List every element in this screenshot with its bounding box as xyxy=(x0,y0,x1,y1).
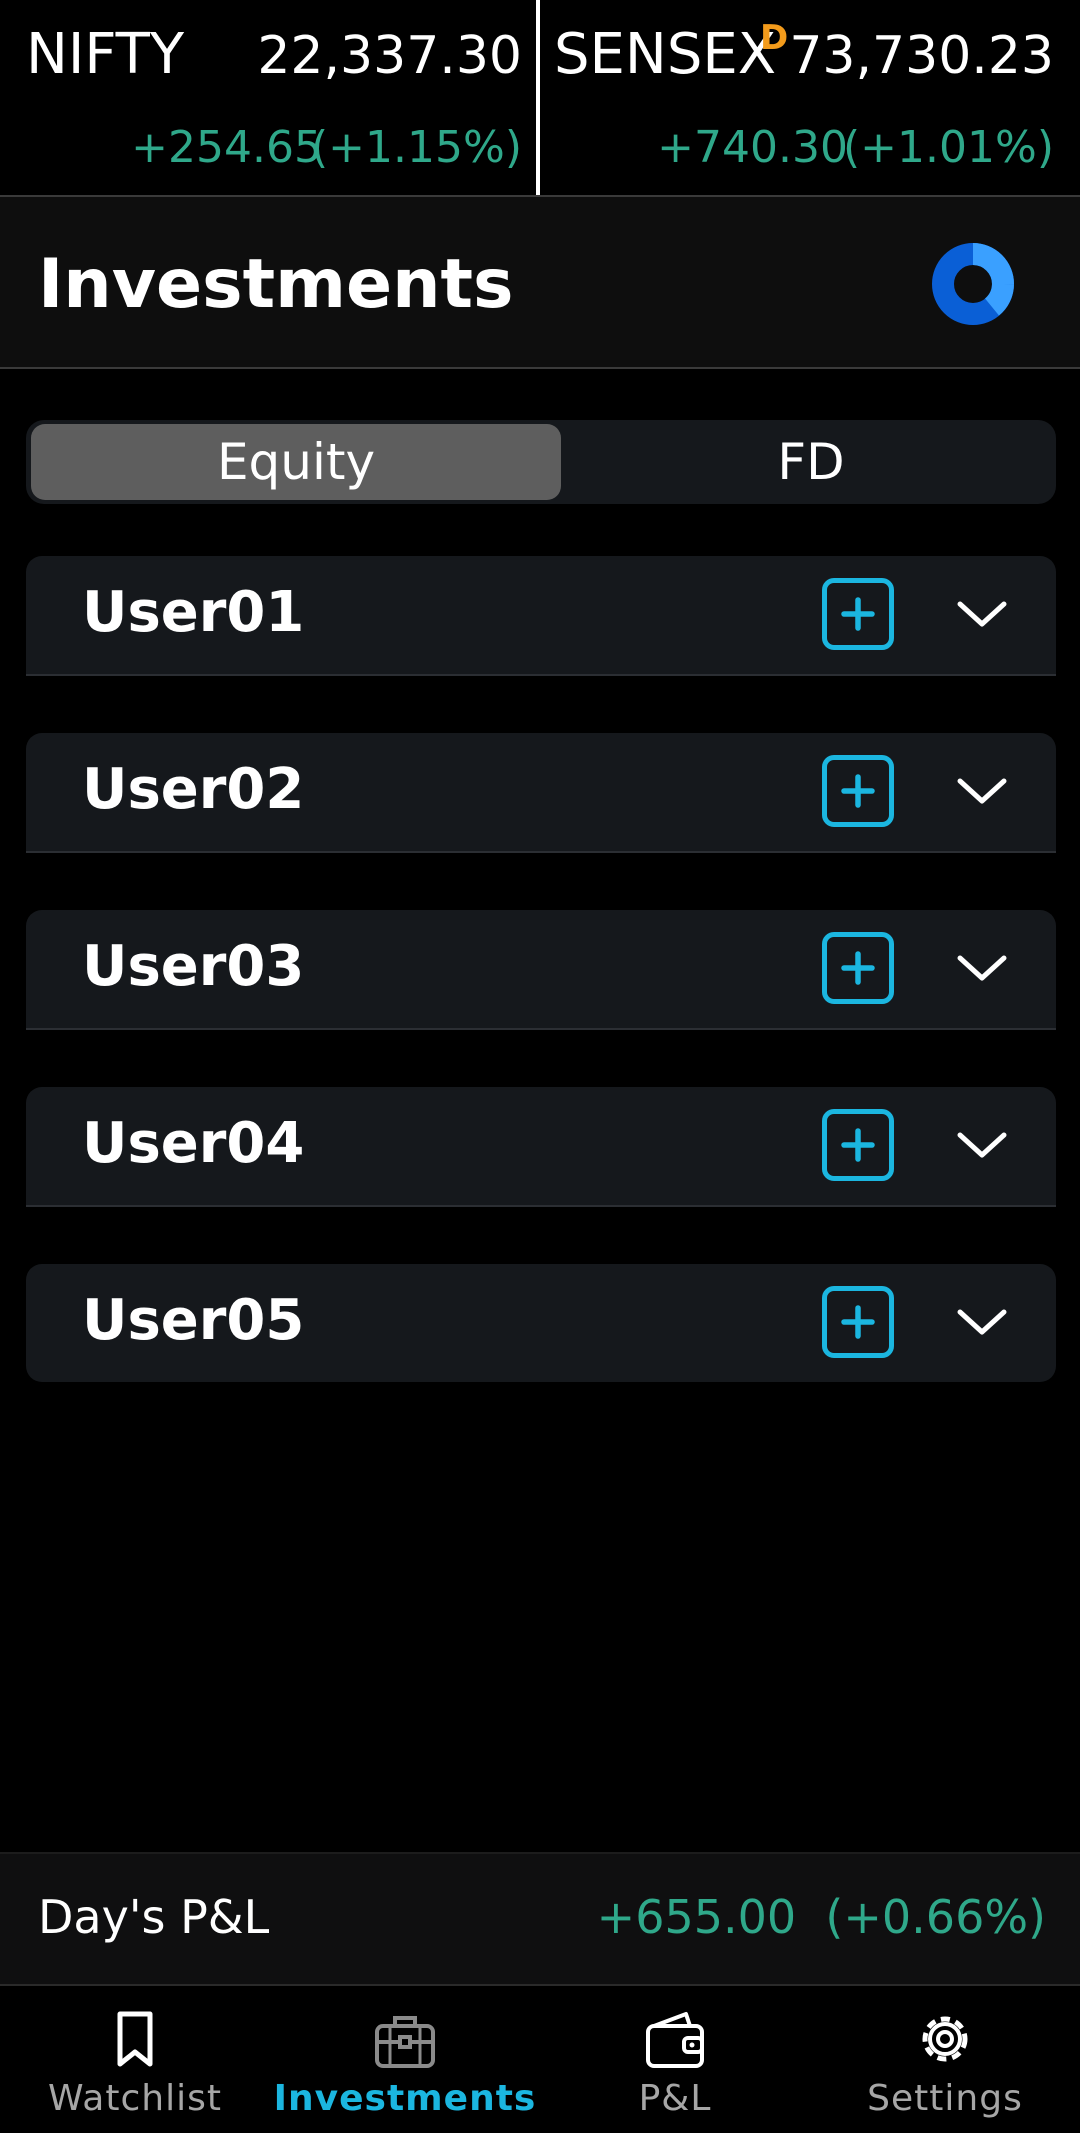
sensex-badge: D xyxy=(760,18,789,58)
user-label: User03 xyxy=(82,934,305,999)
sensex-name: SENSEX xyxy=(554,22,777,87)
user-label: User01 xyxy=(82,580,305,645)
user-row[interactable]: User05 xyxy=(26,1264,1056,1382)
bottom-nav: Watchlist Investments P&L Settings xyxy=(0,1984,1080,2133)
user-row[interactable]: User04 xyxy=(26,1087,1056,1207)
nav-settings[interactable]: Settings xyxy=(810,1986,1080,2133)
add-icon[interactable] xyxy=(822,1286,894,1358)
chevron-down-icon[interactable] xyxy=(956,948,1008,988)
user-row[interactable]: User02 xyxy=(26,733,1056,853)
nav-label-pl: P&L xyxy=(638,2078,712,2119)
nav-watchlist[interactable]: Watchlist xyxy=(0,1986,270,2133)
nifty-value: 22,337.30 xyxy=(257,26,522,86)
ticker-divider xyxy=(536,0,540,195)
user-label: User04 xyxy=(82,1111,305,1176)
day-pl-amount: +655.00 xyxy=(596,1890,797,1944)
sensex-change: +740.30 xyxy=(657,122,848,173)
user-row[interactable]: User01 xyxy=(26,556,1056,676)
chevron-down-icon[interactable] xyxy=(956,1302,1008,1342)
nav-pl[interactable]: P&L xyxy=(540,1986,810,2133)
nav-investments[interactable]: Investments xyxy=(270,1986,540,2133)
nav-label-watchlist: Watchlist xyxy=(48,2078,222,2119)
chevron-down-icon[interactable] xyxy=(956,594,1008,634)
sensex-change-pct: (+1.01%) xyxy=(843,122,1054,173)
nifty-name: NIFTY xyxy=(26,22,185,87)
add-icon[interactable] xyxy=(822,932,894,1004)
user-label: User02 xyxy=(82,757,305,822)
day-pl-pct: (+0.66%) xyxy=(825,1890,1046,1944)
tab-equity[interactable]: Equity xyxy=(31,424,561,500)
add-icon[interactable] xyxy=(822,755,894,827)
nifty-change-pct: (+1.15%) xyxy=(311,122,522,173)
day-pl-value: +655.00 (+0.66%) xyxy=(597,1890,1046,1944)
briefcase-icon xyxy=(375,2016,435,2068)
bookmark-icon xyxy=(117,2011,153,2067)
page-header: Investments xyxy=(0,197,1080,369)
chevron-down-icon[interactable] xyxy=(956,771,1008,811)
nifty-change: +254.65 xyxy=(131,122,322,173)
market-ticker: NIFTY 22,337.30 +254.65 (+1.15%) SENSEX … xyxy=(0,0,1080,197)
ring-progress-icon[interactable] xyxy=(930,241,1016,327)
header-divider xyxy=(0,367,1080,369)
wallet-icon xyxy=(646,2012,704,2068)
chevron-down-icon[interactable] xyxy=(956,1125,1008,1165)
add-icon[interactable] xyxy=(822,578,894,650)
sensex-value: 73,730.23 xyxy=(789,26,1054,86)
add-icon[interactable] xyxy=(822,1109,894,1181)
user-label: User05 xyxy=(82,1288,305,1353)
asset-type-tabs: Equity FD xyxy=(26,420,1056,504)
tab-fd[interactable]: FD xyxy=(566,424,1056,500)
nav-label-settings: Settings xyxy=(867,2078,1023,2119)
page-title: Investments xyxy=(38,245,514,324)
user-row[interactable]: User03 xyxy=(26,910,1056,1030)
gear-icon xyxy=(922,2016,968,2062)
day-pl-bar: Day's P&L +655.00 (+0.66%) xyxy=(0,1852,1080,1984)
nav-label-investments: Investments xyxy=(273,2078,537,2119)
day-pl-label: Day's P&L xyxy=(38,1890,270,1944)
